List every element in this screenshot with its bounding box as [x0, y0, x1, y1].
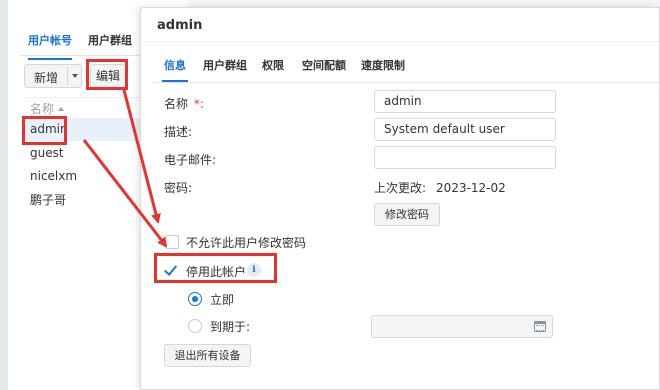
immediately-radio[interactable]	[188, 292, 202, 306]
description-field[interactable]: System default user	[374, 118, 556, 141]
required-marker: *:	[193, 97, 204, 111]
immediately-label: 立即	[210, 293, 235, 307]
tab-user-accounts[interactable]: 用户帐号	[28, 32, 72, 60]
last-changed-label: 上次更改:	[374, 181, 427, 195]
disallow-change-password-label: 不允许此用户修改密码	[186, 236, 307, 250]
chevron-down-icon[interactable]	[72, 74, 78, 78]
tab-user-groups[interactable]: 用户群组	[203, 57, 247, 73]
last-changed-value: 2023-12-02	[436, 181, 506, 195]
titlebar-divider	[141, 41, 659, 42]
description-label: 描述:	[164, 125, 193, 139]
add-button-separator	[67, 67, 68, 85]
last-changed: 上次更改: 2023-12-02	[374, 179, 506, 196]
email-field[interactable]	[374, 146, 556, 169]
add-button-label: 新增	[34, 71, 59, 85]
disallow-change-password-checkbox[interactable]	[165, 235, 179, 249]
page-scrollbar[interactable]	[0, 0, 8, 390]
email-label: 电子邮件:	[164, 153, 217, 167]
name-column-label: 名称	[30, 102, 55, 116]
disable-account-label: 停用此帐户	[186, 265, 247, 279]
tab-info[interactable]: 信息	[162, 57, 188, 82]
change-password-button[interactable]: 修改密码	[374, 203, 440, 226]
name-field[interactable]: admin	[374, 90, 556, 113]
dialog-title: admin	[157, 18, 203, 33]
logout-all-devices-button[interactable]: 退出所有设备	[164, 344, 251, 367]
tab-divider	[153, 82, 659, 83]
edit-button[interactable]: 编辑	[90, 64, 126, 88]
add-button[interactable]: 新增	[24, 64, 82, 88]
until-date-radio[interactable]	[188, 319, 202, 333]
tab-quota[interactable]: 空间配额	[302, 57, 346, 73]
name-label-text: 名称	[164, 97, 189, 111]
disable-account-checkbox[interactable]	[164, 263, 178, 277]
expiry-date-field[interactable]	[371, 315, 553, 338]
tab-user-groups[interactable]: 用户群组	[88, 32, 132, 48]
until-date-label: 到期于:	[210, 320, 251, 334]
password-label: 密码:	[164, 181, 193, 195]
info-icon[interactable]: i	[247, 263, 261, 277]
name-label: 名称 *:	[164, 95, 204, 112]
tab-permissions[interactable]: 权限	[262, 57, 284, 73]
edit-user-dialog: admin 信息 用户群组 权限 空间配额 速度限制 名称 *: admin 描…	[140, 7, 660, 390]
sort-ascending-icon	[58, 107, 65, 111]
calendar-icon[interactable]	[534, 321, 546, 332]
tab-speed-limit[interactable]: 速度限制	[361, 57, 405, 73]
